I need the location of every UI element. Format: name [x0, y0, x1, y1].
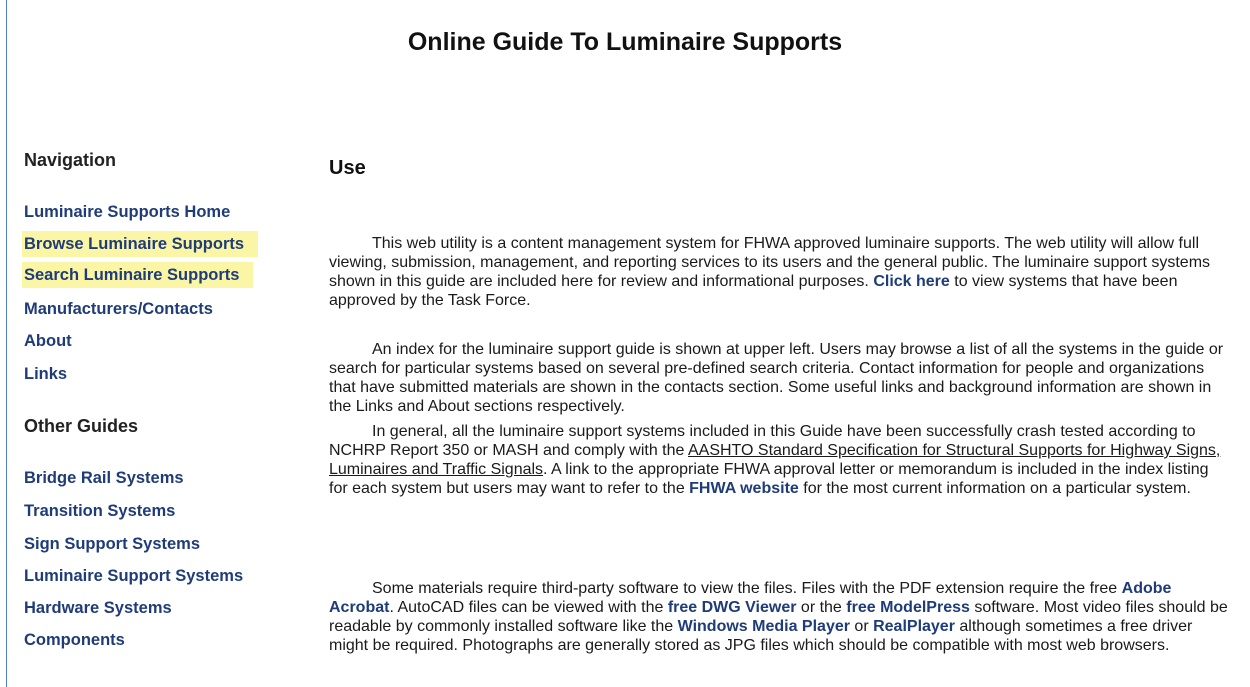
other-guides-heading: Other Guides — [24, 416, 139, 436]
click-here-link[interactable]: Click here — [873, 273, 949, 290]
guide-link-sign-support[interactable]: Sign Support Systems — [24, 535, 200, 554]
windows-media-player-link[interactable]: Windows Media Player — [678, 618, 850, 635]
navigation-heading: Navigation — [24, 150, 117, 170]
nav-link-home[interactable]: Luminaire Supports Home — [24, 203, 230, 222]
guide-link-luminaire-support[interactable]: Luminaire Support Systems — [24, 567, 243, 586]
paragraph-general-text-end: for the most current information on a pa… — [798, 480, 1191, 497]
content-heading: Use — [329, 157, 366, 179]
paragraph-index: An index for the luminaire support guide… — [329, 341, 1224, 415]
paragraph-general: In general, all the luminaire support sy… — [329, 422, 1229, 498]
nav-link-search[interactable]: Search Luminaire Supports — [22, 262, 254, 288]
guide-link-hardware[interactable]: Hardware Systems — [24, 599, 172, 618]
highlight-search: Search Luminaire Supports — [22, 262, 254, 288]
left-border — [6, 0, 7, 687]
paragraph-intro: This web utility is a content management… — [329, 234, 1229, 310]
nav-link-links[interactable]: Links — [24, 365, 67, 384]
realplayer-link[interactable]: RealPlayer — [873, 618, 955, 635]
guide-link-bridge-rail[interactable]: Bridge Rail Systems — [24, 469, 184, 488]
page-title: Online Guide To Luminaire Supports — [407, 28, 843, 56]
guide-link-components[interactable]: Components — [24, 631, 125, 650]
paragraph-software: Some materials require third-party softw… — [329, 579, 1229, 655]
nav-link-browse[interactable]: Browse Luminaire Supports — [22, 231, 259, 257]
nav-link-manufacturers[interactable]: Manufacturers/Contacts — [24, 300, 213, 319]
modelpress-link[interactable]: free ModelPress — [846, 599, 970, 616]
guide-link-transition[interactable]: Transition Systems — [24, 502, 175, 521]
fhwa-website-link[interactable]: FHWA website — [689, 480, 799, 497]
paragraph-software-text-c: or the — [796, 599, 847, 616]
paragraph-software-text-b: . AutoCAD files can be viewed with the — [389, 599, 668, 616]
paragraph-software-text-e: or — [849, 618, 874, 635]
highlight-browse: Browse Luminaire Supports — [22, 231, 259, 257]
dwg-viewer-link[interactable]: free DWG Viewer — [668, 599, 797, 616]
paragraph-software-text-a: Some materials require third-party softw… — [372, 580, 1122, 597]
nav-link-about[interactable]: About — [24, 332, 72, 351]
